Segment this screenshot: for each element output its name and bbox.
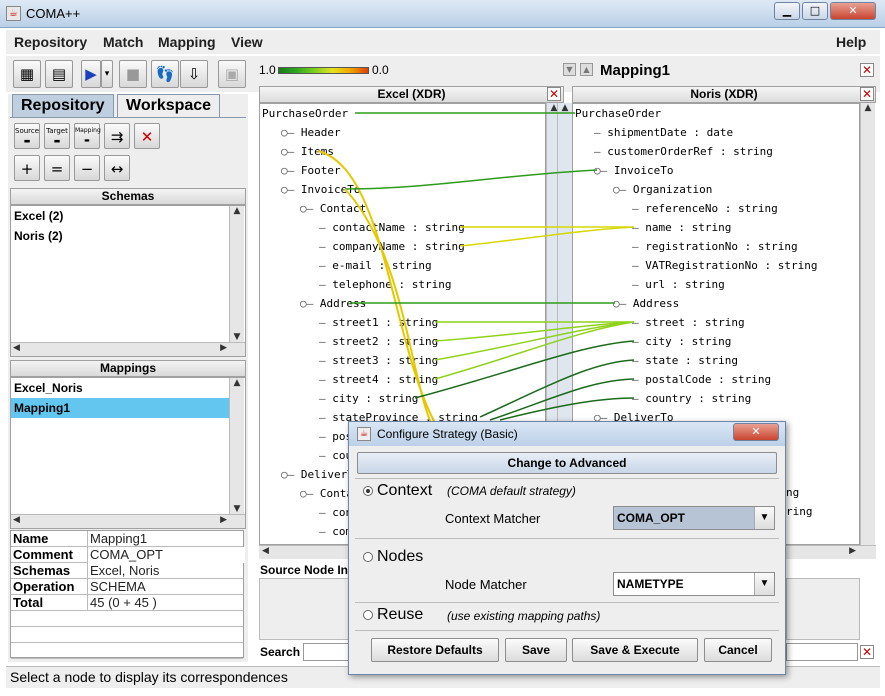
context-note: (COMA default strategy): [447, 484, 576, 498]
configure-strategy-dialog: ☕ Configure Strategy (Basic) ✕ Change to…: [348, 421, 786, 675]
chevron-down-icon: ▼: [754, 507, 774, 529]
save-execute-button[interactable]: Save & Execute: [572, 638, 698, 662]
chevron-down-icon: ▼: [754, 573, 774, 595]
divider: [355, 478, 779, 479]
nodes-label: Nodes: [377, 548, 424, 565]
clipped-text: ring: [786, 505, 813, 518]
clipped-text: ng: [786, 486, 800, 499]
context-label: Context: [377, 482, 433, 499]
source-node-info-grid: [259, 578, 349, 640]
target-node-info-grid: [786, 578, 860, 640]
divider: [355, 602, 779, 603]
nodes-radio[interactable]: [363, 552, 373, 562]
dialog-title: Configure Strategy (Basic): [377, 427, 518, 441]
node-matcher-label: Node Matcher: [445, 577, 527, 592]
search-input-right[interactable]: [786, 643, 858, 661]
cancel-button[interactable]: Cancel: [704, 638, 772, 662]
context-matcher-value: COMA_OPT: [617, 511, 686, 525]
radio-dot: [366, 489, 370, 493]
search-label: Search: [260, 645, 301, 659]
dialog-close-button[interactable]: ✕: [733, 423, 779, 441]
divider: [355, 630, 779, 631]
divider: [355, 538, 779, 539]
node-matcher-value: NAMETYPE: [617, 577, 684, 591]
reuse-radio[interactable]: [363, 610, 373, 620]
dialog-app-icon: ☕: [357, 427, 371, 441]
restore-defaults-button[interactable]: Restore Defaults: [371, 638, 499, 662]
reuse-label: Reuse: [377, 606, 424, 623]
clear-search-icon[interactable]: ✕: [860, 645, 874, 659]
search-input[interactable]: [303, 643, 349, 661]
context-radio[interactable]: [363, 486, 373, 496]
node-matcher-select[interactable]: NAMETYPE ▼: [613, 572, 775, 596]
change-to-advanced-button[interactable]: Change to Advanced: [357, 452, 777, 474]
save-button[interactable]: Save: [505, 638, 567, 662]
context-matcher-select[interactable]: COMA_OPT ▼: [613, 506, 775, 530]
context-matcher-label: Context Matcher: [445, 511, 541, 526]
source-node-info-label: Source Node Inf: [260, 563, 353, 577]
reuse-note: (use existing mapping paths): [447, 609, 601, 623]
